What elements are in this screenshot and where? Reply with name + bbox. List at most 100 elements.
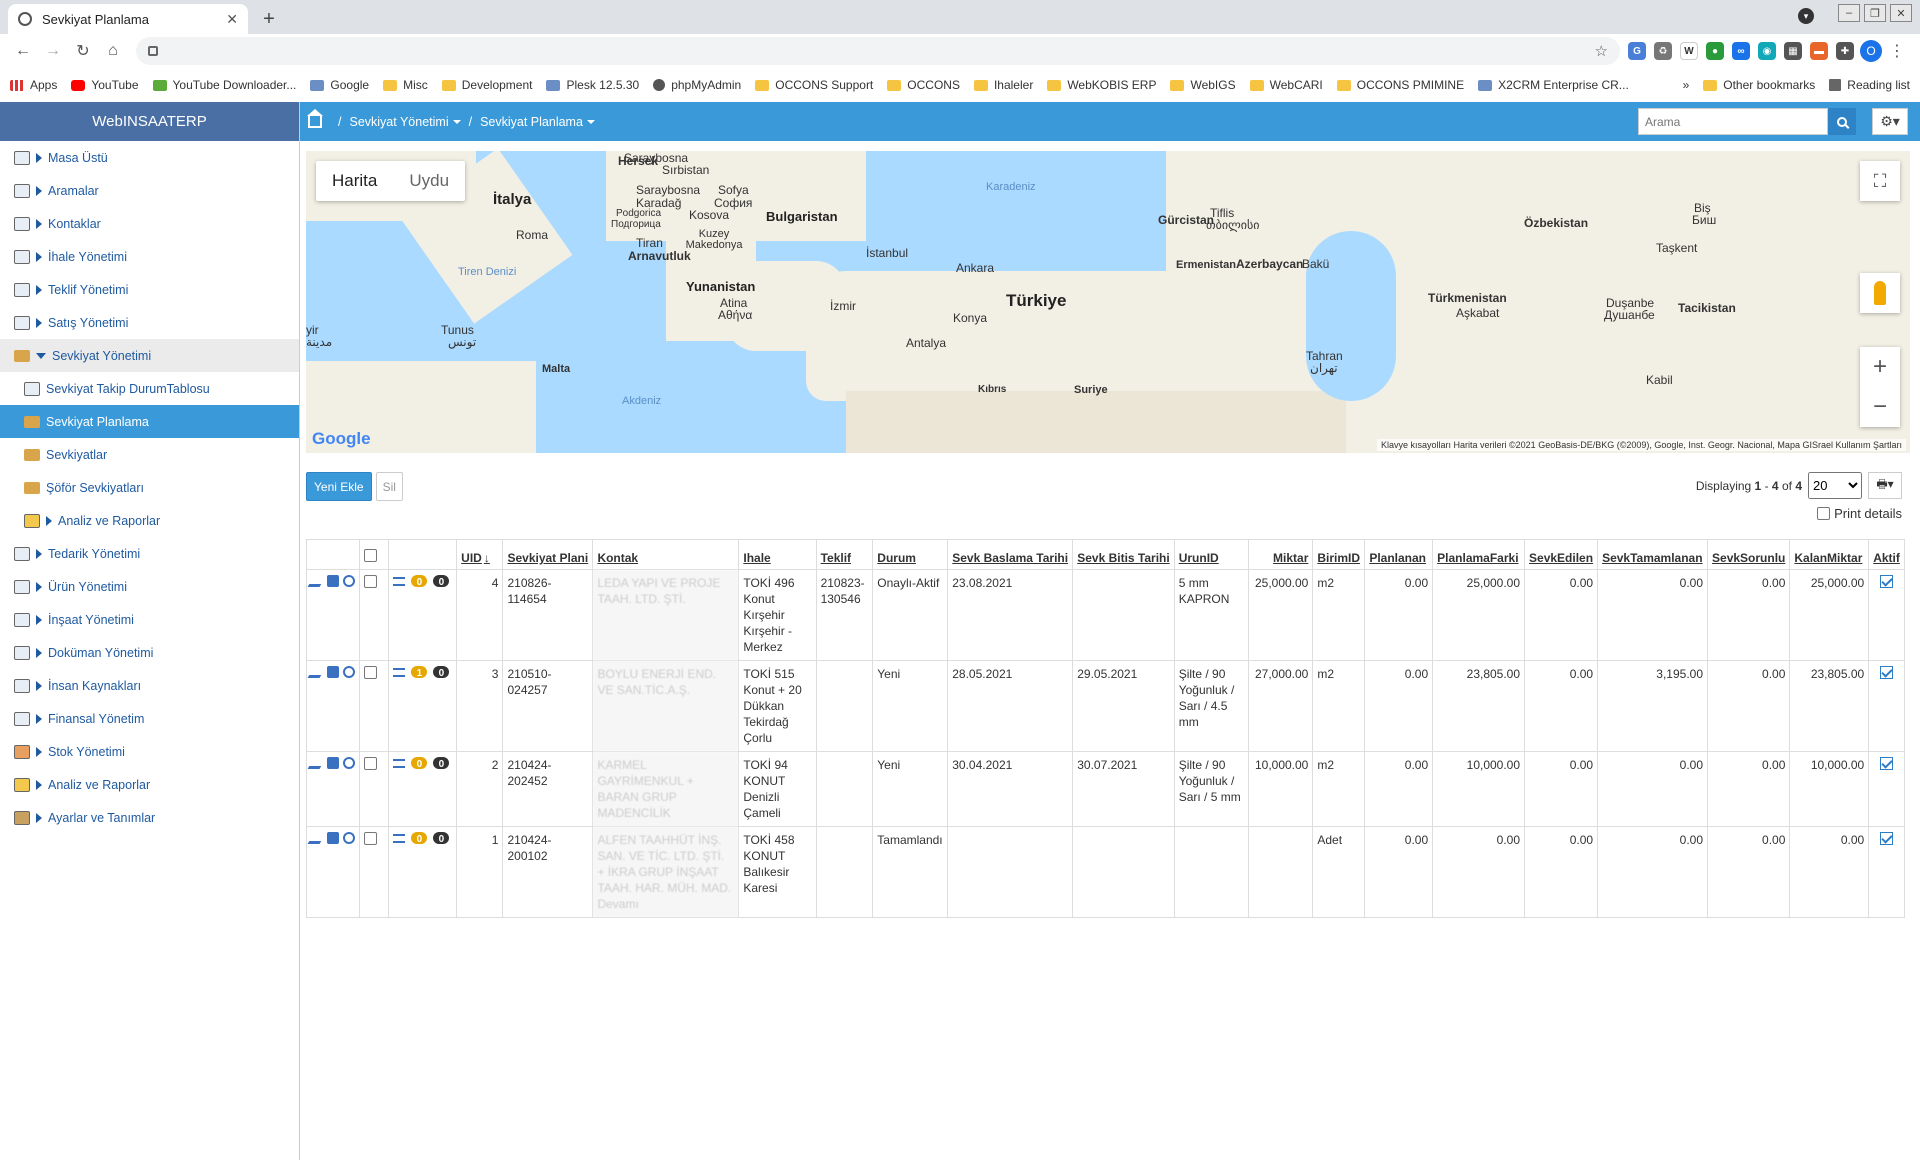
col-header[interactable]: KalanMiktar xyxy=(1789,539,1870,570)
sidebar-item-sevkiyat-takip[interactable]: Sevkiyat Takip DurumTablosu xyxy=(0,372,299,405)
close-window-button[interactable]: ✕ xyxy=(1890,4,1912,22)
edit-icon[interactable] xyxy=(307,832,327,844)
bookmark-item[interactable]: Plesk 12.5.30 xyxy=(546,78,639,92)
bookmark-item[interactable]: X2CRM Enterprise CR... xyxy=(1478,78,1629,92)
view-icon[interactable] xyxy=(343,832,355,844)
map-view[interactable]: Harita Uydu Saraybosna Saraybosna Sırbis… xyxy=(306,151,1910,453)
copy-icon[interactable] xyxy=(327,575,339,587)
bookmark-star-icon[interactable]: ☆ xyxy=(1595,42,1608,60)
row-checkbox[interactable] xyxy=(364,832,377,845)
bookmark-item[interactable]: YouTube Downloader... xyxy=(152,78,296,92)
breadcrumb-sevkiyat-yonetimi[interactable]: Sevkiyat Yönetimi xyxy=(349,115,461,129)
sidebar-item-sevkiyat[interactable]: Sevkiyat Yönetimi xyxy=(0,339,299,372)
tab-search-icon[interactable]: ▾ xyxy=(1798,8,1814,24)
col-header[interactable]: Teklif xyxy=(815,539,874,570)
restore-button[interactable]: ❐ xyxy=(1864,4,1886,22)
print-details-checkbox[interactable] xyxy=(1817,507,1831,520)
fullscreen-button[interactable]: ⛶ xyxy=(1860,161,1900,201)
address-bar[interactable]: ☆ xyxy=(136,37,1620,65)
bookmark-item[interactable]: Misc xyxy=(383,78,428,92)
home-icon[interactable] xyxy=(307,108,323,128)
edit-icon[interactable] xyxy=(307,757,327,769)
extension-icon[interactable]: ◉ xyxy=(1758,42,1776,60)
zoom-in-button[interactable]: + xyxy=(1860,347,1900,387)
map-attribution[interactable]: Klavye kısayolları Harita verileri ©2021… xyxy=(1377,439,1906,451)
list-icon[interactable] xyxy=(393,833,406,843)
copy-icon[interactable] xyxy=(327,757,339,769)
sidebar-item-stok[interactable]: Stok Yönetimi xyxy=(0,735,299,768)
active-checkbox[interactable] xyxy=(1880,832,1894,845)
select-all-checkbox[interactable] xyxy=(364,549,377,562)
minimize-button[interactable]: – xyxy=(1838,4,1860,22)
bookmark-item[interactable]: WebKOBIS ERP xyxy=(1047,78,1156,92)
col-header[interactable]: SevkSorunlu xyxy=(1707,539,1791,570)
bookmark-item[interactable]: Other bookmarks xyxy=(1703,78,1815,92)
sidebar-item-insaat[interactable]: İnşaat Yönetimi xyxy=(0,603,299,636)
sidebar-item-teklif[interactable]: Teklif Yönetimi xyxy=(0,273,299,306)
bookmark-item[interactable]: OCCONS PMIMINE xyxy=(1336,78,1464,92)
extension-icon[interactable]: ▬ xyxy=(1810,42,1828,60)
bookmark-item[interactable]: Google xyxy=(310,78,369,92)
bookmark-item[interactable]: OCCONS xyxy=(887,78,960,92)
copy-icon[interactable] xyxy=(327,832,339,844)
col-header[interactable]: SevkEdilen xyxy=(1524,539,1599,570)
edit-icon[interactable] xyxy=(307,666,327,678)
col-header[interactable]: UID ↓ xyxy=(456,539,504,570)
active-checkbox[interactable] xyxy=(1880,757,1894,770)
col-header[interactable]: Sevk Bitis Tarihi xyxy=(1072,539,1175,570)
close-tab-icon[interactable]: ✕ xyxy=(226,11,238,28)
sidebar-item-sevkiyat-analiz[interactable]: Analiz ve Raporlar xyxy=(0,504,299,537)
col-header[interactable]: Ihale xyxy=(738,539,817,570)
col-header[interactable]: Kontak xyxy=(592,539,740,570)
bookmark-item[interactable]: phpMyAdmin xyxy=(653,78,741,92)
extension-icon[interactable]: ∞ xyxy=(1732,42,1750,60)
col-header[interactable]: Planlanan xyxy=(1364,539,1434,570)
zoom-out-button[interactable]: − xyxy=(1860,387,1900,427)
sidebar-item-dokuman[interactable]: Doküman Yönetimi xyxy=(0,636,299,669)
active-checkbox[interactable] xyxy=(1880,666,1894,679)
list-icon[interactable] xyxy=(393,758,406,768)
col-header[interactable]: PlanlamaFarki xyxy=(1432,539,1526,570)
reading-list-button[interactable]: Reading list xyxy=(1829,78,1910,92)
sidebar-item-ayarlar[interactable]: Ayarlar ve Tanımlar xyxy=(0,801,299,834)
col-header[interactable]: Miktar xyxy=(1248,539,1314,570)
sidebar-item-sofor-sevkiyatlari[interactable]: Şöför Sevkiyatları xyxy=(0,471,299,504)
list-icon[interactable] xyxy=(393,576,406,586)
print-button[interactable]: 🖶▾ xyxy=(1868,472,1902,499)
brand-logo[interactable]: WebINSAATERP xyxy=(0,102,299,141)
print-details-toggle[interactable]: Print details xyxy=(1817,506,1902,521)
row-checkbox[interactable] xyxy=(364,575,377,588)
translate-icon[interactable]: G xyxy=(1628,42,1646,60)
forward-button[interactable]: → xyxy=(38,37,68,65)
active-checkbox[interactable] xyxy=(1880,575,1894,588)
col-header[interactable]: UrunID xyxy=(1173,539,1250,570)
reload-button[interactable]: ↻ xyxy=(68,37,98,65)
sidebar-item-aramalar[interactable]: Aramalar xyxy=(0,174,299,207)
sidebar-item-masa-ustu[interactable]: Masa Üstü xyxy=(0,141,299,174)
sidebar-item-insan-kaynaklari[interactable]: İnsan Kaynakları xyxy=(0,669,299,702)
back-button[interactable]: ← xyxy=(8,37,38,65)
list-icon[interactable] xyxy=(393,667,406,677)
copy-icon[interactable] xyxy=(327,666,339,678)
more-bookmarks-button[interactable]: » xyxy=(1683,78,1690,92)
wikipedia-icon[interactable]: W xyxy=(1680,42,1698,60)
extension-icon[interactable]: ▦ xyxy=(1784,42,1802,60)
page-size-select[interactable]: 20 xyxy=(1808,472,1862,499)
street-view-pegman[interactable] xyxy=(1860,273,1900,313)
bookmark-item[interactable]: Ihaleler xyxy=(973,78,1033,92)
bookmark-item[interactable]: OCCONS Support xyxy=(755,78,873,92)
search-input[interactable] xyxy=(1638,108,1828,135)
sidebar-item-finansal[interactable]: Finansal Yönetim xyxy=(0,702,299,735)
bookmark-item[interactable]: Development xyxy=(441,78,532,92)
bookmark-item[interactable]: WebIGS xyxy=(1170,78,1236,92)
extension-icon[interactable]: ♻ xyxy=(1654,42,1672,60)
puzzle-icon[interactable]: ✚ xyxy=(1836,42,1854,60)
col-header[interactable]: SevkTamamlanan xyxy=(1597,539,1709,570)
sidebar-item-ihale[interactable]: İhale Yönetimi xyxy=(0,240,299,273)
profile-avatar[interactable]: O xyxy=(1860,40,1882,62)
sidebar-item-sevkiyat-planlama[interactable]: Sevkiyat Planlama xyxy=(0,405,299,438)
menu-icon[interactable]: ⋮ xyxy=(1882,37,1912,65)
sidebar-item-kontaklar[interactable]: Kontaklar xyxy=(0,207,299,240)
browser-tab[interactable]: Sevkiyat Planlama ✕ xyxy=(8,4,248,34)
view-icon[interactable] xyxy=(343,575,355,587)
